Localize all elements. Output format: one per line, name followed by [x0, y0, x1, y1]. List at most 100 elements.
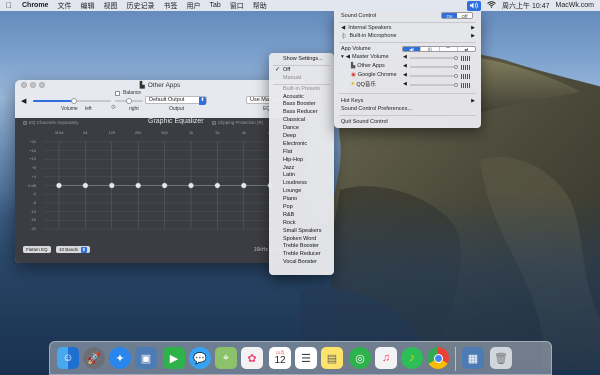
- speaker-icon: ◀: [403, 63, 407, 69]
- mode-headphones[interactable]: ⌒: [440, 47, 458, 51]
- eq-channels-checkbox[interactable]: [23, 121, 27, 125]
- menu-app-name[interactable]: Chrome: [22, 2, 48, 9]
- dock-qq-music-icon[interactable]: ♪: [401, 347, 423, 369]
- eq-band-knob[interactable]: [82, 182, 89, 189]
- dock-screenshot-icon[interactable]: ▦: [462, 347, 484, 369]
- menu-window[interactable]: 窗口: [230, 1, 244, 11]
- google-chrome-volume-slider[interactable]: [410, 73, 458, 78]
- preset-item[interactable]: Classical: [269, 117, 334, 125]
- bands-select[interactable]: 10 Bands ⬍: [56, 246, 90, 253]
- qq-music-volume-slider[interactable]: [410, 82, 458, 87]
- preferences-item[interactable]: Sound Control Preferences...: [334, 105, 481, 113]
- preset-item[interactable]: Loudness: [269, 180, 334, 188]
- apple-icon[interactable]: : [6, 1, 12, 10]
- menu-file[interactable]: 文件: [57, 1, 71, 11]
- menu-people[interactable]: 用户: [186, 1, 200, 11]
- menu-help[interactable]: 帮助: [253, 1, 267, 11]
- mode-volume[interactable]: ◀): [403, 47, 422, 51]
- dock-calendar-icon[interactable]: 12月 12: [269, 347, 291, 369]
- dock-safari-icon[interactable]: ✦: [109, 347, 131, 369]
- preset-item[interactable]: Deep: [269, 133, 334, 141]
- eq-bars-icon[interactable]: [461, 82, 475, 88]
- preset-item[interactable]: Dance: [269, 125, 334, 133]
- preset-item[interactable]: Lounge: [269, 188, 334, 196]
- menu-edit[interactable]: 编辑: [80, 1, 94, 11]
- preset-off-item[interactable]: ✓ Off: [269, 67, 334, 75]
- dock-preview-icon[interactable]: ▣: [135, 347, 157, 369]
- menu-history[interactable]: 历史记录: [126, 1, 154, 11]
- eq-band-knob[interactable]: [161, 182, 168, 189]
- clock[interactable]: 周六上午 10:47: [502, 1, 549, 11]
- show-settings-item[interactable]: Show Settings...: [269, 56, 334, 64]
- eq-bars-icon[interactable]: [461, 55, 475, 61]
- quit-item[interactable]: Quit Sound Control: [334, 118, 481, 126]
- hot-keys-item[interactable]: Hot Keys ▶: [334, 97, 481, 105]
- dock-chrome-canary-icon[interactable]: ◎: [349, 347, 371, 369]
- window-minimize-button[interactable]: [30, 82, 36, 88]
- preset-item[interactable]: Rock: [269, 220, 334, 228]
- off-option[interactable]: Off: [457, 13, 472, 18]
- dock-messages-icon[interactable]: 💬: [189, 347, 211, 369]
- master-volume-slider[interactable]: [410, 55, 458, 60]
- eq-band-knob[interactable]: [56, 182, 62, 189]
- output-select[interactable]: Default Output ⬍: [145, 96, 207, 105]
- eq-band-knob[interactable]: [135, 182, 142, 189]
- window-zoom-button[interactable]: [39, 82, 45, 88]
- dock-finder-icon[interactable]: ☺: [57, 347, 79, 369]
- menu-tab[interactable]: Tab: [209, 2, 220, 9]
- preset-item[interactable]: Acoustic: [269, 94, 334, 102]
- builtin-microphone-item[interactable]: ⏀ Built-in Microphone ▶: [334, 32, 481, 40]
- balance-checkbox[interactable]: [115, 91, 120, 96]
- preset-item[interactable]: Pop: [269, 204, 334, 212]
- mode-balance[interactable]: ⇄: [458, 47, 475, 51]
- link-icon[interactable]: ⟐: [111, 105, 116, 112]
- preset-item[interactable]: Flat: [269, 149, 334, 157]
- dock-notes-icon[interactable]: ▤: [321, 347, 343, 369]
- eq-bars-icon[interactable]: [461, 73, 475, 79]
- dock-launchpad-icon[interactable]: 🚀: [83, 347, 105, 369]
- preset-item[interactable]: Spoken Word: [269, 236, 334, 244]
- dock-facetime-icon[interactable]: ▶: [163, 347, 185, 369]
- eq-band-knob[interactable]: [188, 182, 194, 189]
- eq-band-knob[interactable]: [108, 182, 115, 189]
- clipping-checkbox[interactable]: [212, 121, 216, 125]
- chevron-down-icon[interactable]: ▾: [341, 54, 344, 60]
- volume-slider[interactable]: [33, 98, 111, 104]
- dock-google-chrome-icon[interactable]: [427, 347, 449, 369]
- flatten-eq-button[interactable]: Flatten EQ: [23, 246, 51, 253]
- dock-music-icon[interactable]: ♫: [375, 347, 397, 369]
- window-close-button[interactable]: [21, 82, 27, 88]
- eq-bars-icon[interactable]: [461, 64, 475, 70]
- preset-item[interactable]: Bass Booster: [269, 101, 334, 109]
- internal-speakers-item[interactable]: ◀ Internal Speakers ▶: [334, 24, 481, 32]
- preset-item[interactable]: Piano: [269, 196, 334, 204]
- mode-segmented-control[interactable]: ◀) ||| ⌒ ⇄: [402, 46, 476, 52]
- preset-item[interactable]: Jazz: [269, 165, 334, 173]
- dock-maps-icon[interactable]: ⌖: [215, 347, 237, 369]
- mode-eq[interactable]: |||: [421, 47, 440, 51]
- preset-item[interactable]: Treble Reducer: [269, 251, 334, 259]
- preset-item[interactable]: R&B: [269, 212, 334, 220]
- menu-bookmarks[interactable]: 书签: [163, 1, 177, 11]
- preset-item[interactable]: Hip-Hop: [269, 157, 334, 165]
- window-titlebar[interactable]: ▙ Other Apps: [15, 80, 305, 90]
- eq-band-knob[interactable]: [214, 182, 221, 189]
- other-apps-volume-slider[interactable]: [410, 64, 458, 69]
- preset-item[interactable]: Latin: [269, 172, 334, 180]
- preset-item[interactable]: Vocal Booster: [269, 259, 334, 267]
- preset-item[interactable]: Small Speakers: [269, 228, 334, 236]
- preset-item[interactable]: Treble Booster: [269, 243, 334, 251]
- dock-trash-icon[interactable]: 🗑: [490, 347, 512, 369]
- dock-photos-icon[interactable]: ✿: [241, 347, 263, 369]
- eq-band-knob[interactable]: [240, 182, 247, 189]
- on-off-toggle[interactable]: On Off: [441, 12, 473, 19]
- on-option[interactable]: On: [442, 13, 457, 18]
- wifi-icon[interactable]: [487, 1, 496, 10]
- sound-control-status-icon[interactable]: [467, 0, 482, 11]
- balance-slider[interactable]: [115, 98, 143, 104]
- dock-reminders-icon[interactable]: ☰: [295, 347, 317, 369]
- preset-item[interactable]: Electronic: [269, 141, 334, 149]
- menu-view[interactable]: 视图: [103, 1, 117, 11]
- equalizer-graph[interactable]: [43, 138, 293, 233]
- preset-item[interactable]: Bass Reducer: [269, 109, 334, 117]
